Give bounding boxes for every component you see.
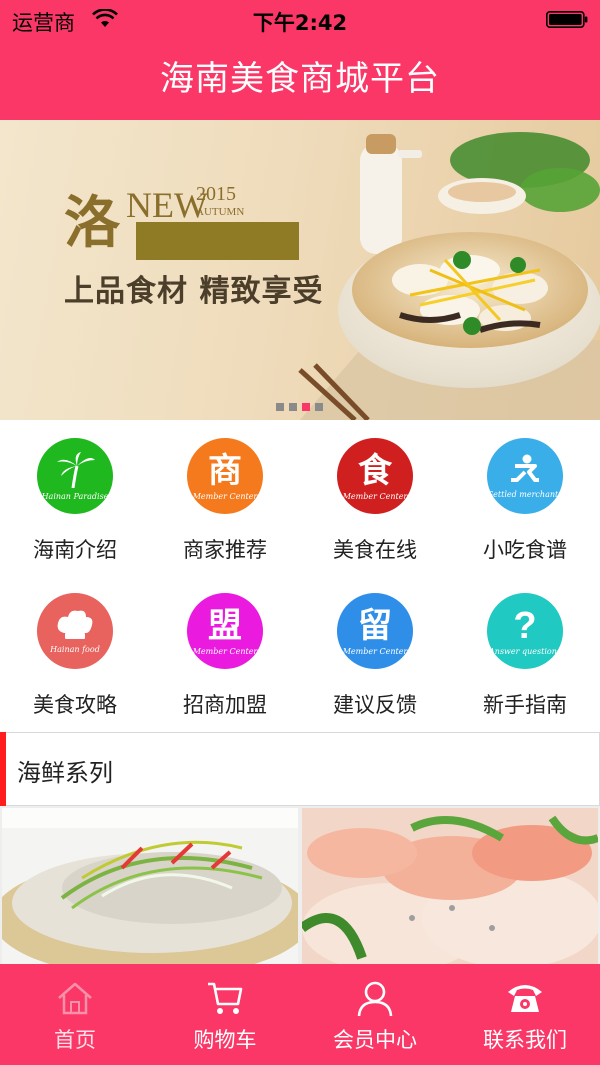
grid-item-hainan-intro[interactable]: Hainan Paradise 海南介绍 xyxy=(0,420,150,575)
banner-tagline: 上品食材 精致享受 xyxy=(64,274,324,309)
food-icon: 食 Member Center xyxy=(337,438,413,514)
category-grid: Hainan Paradise 海南介绍 商 Member Center 商家推… xyxy=(0,420,600,730)
section-title: 海鲜系列 xyxy=(17,759,113,787)
feedback-icon: 留 Member Center xyxy=(337,593,413,669)
grid-item-label: 海南介绍 xyxy=(33,538,117,562)
phone-icon xyxy=(508,985,542,1012)
tab-cart[interactable]: 购物车 xyxy=(150,964,300,1065)
steamed-fish-image xyxy=(2,808,298,964)
status-bar: 运营商 下午2:42 xyxy=(0,0,600,40)
grid-item-label: 新手指南 xyxy=(483,693,567,717)
tab-label: 购物车 xyxy=(193,1028,257,1052)
grid-item-feedback[interactable]: 留 Member Center 建议反馈 xyxy=(300,575,450,730)
tab-home[interactable]: 首页 xyxy=(0,964,150,1065)
tab-label: 会员中心 xyxy=(333,1028,417,1052)
product-thumbnail-steamed-fish[interactable] xyxy=(2,808,298,964)
grid-item-beginner-guide[interactable]: ? Answer questions 新手指南 xyxy=(450,575,600,730)
league-icon: 盟 Member Center xyxy=(187,593,263,669)
battery-icon xyxy=(546,11,588,28)
carousel-dot-active[interactable] xyxy=(302,403,310,411)
grid-item-label: 招商加盟 xyxy=(183,693,267,717)
user-icon xyxy=(357,981,393,1017)
section-accent-bar xyxy=(0,732,6,806)
grid-item-food-guide[interactable]: Hainan food 美食攻略 xyxy=(0,575,150,730)
promo-banner[interactable]: 洛 NEW 2015 AUTUMN 上品食材 精致享受 xyxy=(0,120,600,420)
cart-icon xyxy=(208,982,243,1014)
grid-item-label: 美食在线 xyxy=(333,538,417,562)
product-list xyxy=(0,806,600,964)
tab-label: 联系我们 xyxy=(483,1028,567,1052)
banner-brand-char: 洛 xyxy=(64,190,120,256)
carousel-dot[interactable] xyxy=(289,403,297,411)
app-header: 海南美食商城平台 xyxy=(0,40,600,120)
tab-member-center[interactable]: 会员中心 xyxy=(300,964,450,1065)
tab-contact-us[interactable]: 联系我们 xyxy=(450,964,600,1065)
section-header-seafood[interactable]: 海鲜系列 xyxy=(0,732,600,806)
grid-item-label: 美食攻略 xyxy=(33,693,117,717)
grid-item-label: 建议反馈 xyxy=(333,693,417,717)
grid-item-merchant-recommend[interactable]: 商 Member Center 商家推荐 xyxy=(150,420,300,575)
merchant-icon: 商 Member Center xyxy=(187,438,263,514)
runner-icon: Settled merchants xyxy=(487,438,563,514)
carousel-dot[interactable] xyxy=(276,403,284,411)
page-title: 海南美食商城平台 xyxy=(160,59,440,99)
carousel-indicator[interactable] xyxy=(276,396,328,415)
product-thumbnail-shrimp[interactable] xyxy=(302,808,598,964)
bottom-tab-bar: 首页 购物车 会员中心 联系我们 xyxy=(0,964,600,1065)
grid-item-label: 商家推荐 xyxy=(183,538,267,562)
banner-year: 2015 xyxy=(196,183,236,205)
grid-item-snack-recipes[interactable]: Settled merchants 小吃食谱 xyxy=(450,420,600,575)
question-icon: ? Answer questions xyxy=(487,593,563,669)
clock: 下午2:42 xyxy=(252,11,348,35)
chef-hat-icon: Hainan food xyxy=(37,593,113,669)
banner-season: AUTUMN xyxy=(196,206,245,218)
grid-item-label: 小吃食谱 xyxy=(483,538,567,562)
grid-item-food-online[interactable]: 食 Member Center 美食在线 xyxy=(300,420,450,575)
carousel-dot[interactable] xyxy=(315,403,323,411)
shrimp-image xyxy=(302,808,598,964)
grid-item-franchise[interactable]: 盟 Member Center 招商加盟 xyxy=(150,575,300,730)
tab-label: 首页 xyxy=(54,1028,96,1052)
palm-tree-icon: Hainan Paradise xyxy=(37,438,113,514)
home-icon xyxy=(58,982,92,1015)
